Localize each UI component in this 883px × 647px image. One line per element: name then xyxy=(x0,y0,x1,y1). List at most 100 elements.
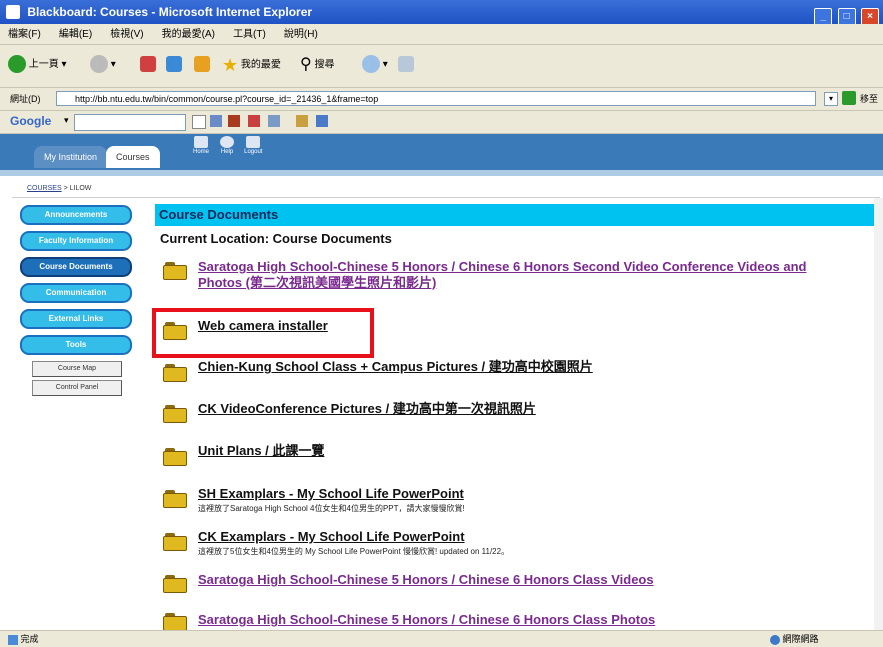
google-toolbar: Google ▾ xyxy=(0,111,883,134)
item-description: 這裡放了5位女生和4位男生的 My School Life PowerPoint… xyxy=(198,547,510,556)
sidebar-tools[interactable]: Tools xyxy=(20,335,132,355)
breadcrumb-separator: > xyxy=(61,185,70,192)
folder-icon xyxy=(163,448,187,466)
stop-icon xyxy=(140,56,156,73)
google-options-icon[interactable] xyxy=(296,115,308,127)
google-search-icon[interactable] xyxy=(192,115,206,129)
refresh-icon xyxy=(166,56,182,73)
item-link[interactable]: Saratoga High School-Chinese 5 Honors / … xyxy=(198,259,806,291)
sidebar-communication[interactable]: Communication xyxy=(20,283,132,303)
tab-courses[interactable]: Courses xyxy=(106,146,160,168)
window-titlebar: Blackboard: Courses - Microsoft Internet… xyxy=(0,0,883,26)
folder-icon xyxy=(163,613,187,631)
favorites-button[interactable]: ★ 我的最愛 xyxy=(222,54,281,76)
logout-nav[interactable]: Logout xyxy=(244,136,262,156)
divider xyxy=(12,197,880,198)
status-zone: 網際網路 xyxy=(770,631,819,647)
forward-button[interactable]: ▾ xyxy=(90,54,116,76)
tab-my-institution[interactable]: My Institution xyxy=(34,146,108,168)
stop-button[interactable] xyxy=(140,54,156,76)
mail-button[interactable] xyxy=(398,54,414,76)
browser-toolbar: 上一頁 ▾ ▾ ★ 我的最愛 ⚲ 搜尋 ▾ xyxy=(0,45,883,88)
media-button[interactable]: ▾ xyxy=(362,54,388,76)
content-header: Course Documents xyxy=(155,204,875,226)
folder-icon xyxy=(163,262,187,280)
mail-icon xyxy=(398,56,414,73)
item-link[interactable]: CK VideoConference Pictures / 建功高中第一次視訊照… xyxy=(198,401,536,417)
blackboard-header: My Institution Courses Home Help Logout xyxy=(0,134,883,170)
menu-tools[interactable]: 工具(T) xyxy=(233,29,266,40)
folder-icon xyxy=(163,490,187,508)
item-description: 這裡放了Saratoga High School 4位女生和4位男生的PPT，請… xyxy=(198,504,465,513)
menu-file[interactable]: 檔案(F) xyxy=(8,29,41,40)
home-icon xyxy=(194,56,210,73)
item-link[interactable]: CK Examplars - My School Life PowerPoint xyxy=(198,529,465,545)
sidebar-faculty-information[interactable]: Faculty Information xyxy=(20,231,132,251)
item-link[interactable]: Chien-Kung School Class + Campus Picture… xyxy=(198,359,593,375)
google-highlight-icon[interactable] xyxy=(316,115,328,127)
back-arrow-icon xyxy=(8,55,26,74)
folder-icon xyxy=(163,533,187,551)
search-label: 搜尋 xyxy=(314,59,335,71)
course-map-button[interactable]: Course Map xyxy=(32,361,122,377)
menu-help[interactable]: 說明(H) xyxy=(284,29,318,40)
sidebar-external-links[interactable]: External Links xyxy=(20,309,132,329)
current-location: Current Location: Course Documents xyxy=(160,231,392,246)
help-icon xyxy=(220,136,235,148)
address-label: 網址(D) xyxy=(10,94,41,104)
go-label[interactable]: 移至 xyxy=(860,92,878,105)
search-button[interactable]: ⚲ 搜尋 xyxy=(300,54,335,76)
address-input[interactable]: http://bb.ntu.edu.tw/bin/common/course.p… xyxy=(56,91,816,106)
item-link[interactable]: Saratoga High School-Chinese 5 Honors / … xyxy=(198,572,654,588)
google-popup-icon[interactable] xyxy=(248,115,260,127)
help-nav[interactable]: Help xyxy=(218,136,236,156)
sidebar-course-documents[interactable]: Course Documents xyxy=(20,257,132,277)
go-arrow-icon[interactable] xyxy=(842,91,856,105)
sidebar-announcements[interactable]: Announcements xyxy=(20,205,132,225)
google-autofill-icon[interactable] xyxy=(268,115,280,127)
forward-arrow-icon xyxy=(90,55,108,74)
home-nav[interactable]: Home xyxy=(192,136,210,156)
status-bar: 完成 網際網路 xyxy=(0,630,883,647)
back-button[interactable]: 上一頁 ▾ xyxy=(8,54,67,76)
breadcrumb-courses[interactable]: COURSES xyxy=(27,185,62,192)
home-icon xyxy=(194,136,208,148)
top-nav: Home Help Logout xyxy=(192,136,267,156)
ie-page-icon xyxy=(8,634,18,645)
address-bar: 網址(D) http://bb.ntu.edu.tw/bin/common/co… xyxy=(0,88,883,111)
back-label: 上一頁 xyxy=(28,59,59,70)
search-icon: ⚲ xyxy=(300,56,312,73)
google-search-input[interactable] xyxy=(74,114,186,131)
breadcrumb-current: LILOW xyxy=(69,185,92,192)
address-dropdown[interactable]: ▾ xyxy=(824,92,838,106)
favorites-label: 我的最愛 xyxy=(240,59,281,71)
google-news-icon[interactable] xyxy=(210,115,222,127)
menu-edit[interactable]: 編輯(E) xyxy=(59,29,92,40)
home-button[interactable] xyxy=(194,54,210,76)
menu-bar: 檔案(F) 編輯(E) 檢視(V) 我的最愛(A) 工具(T) 說明(H) xyxy=(0,24,883,45)
control-panel-button[interactable]: Control Panel xyxy=(32,380,122,396)
header-stripe xyxy=(0,170,883,176)
folder-icon xyxy=(163,364,187,382)
ie-icon xyxy=(6,5,20,19)
google-dropdown[interactable]: ▾ xyxy=(64,115,69,126)
menu-favorites[interactable]: 我的最愛(A) xyxy=(162,29,215,40)
address-url: http://bb.ntu.edu.tw/bin/common/course.p… xyxy=(75,94,379,104)
item-link[interactable]: SH Examplars - My School Life PowerPoint xyxy=(198,486,464,502)
folder-icon xyxy=(163,405,187,423)
status-left: 完成 xyxy=(8,631,39,647)
folder-icon xyxy=(163,575,187,593)
scrollbar[interactable] xyxy=(874,198,883,630)
menu-view[interactable]: 檢視(V) xyxy=(110,29,143,40)
logout-icon xyxy=(246,136,261,148)
media-icon xyxy=(362,55,380,74)
refresh-button[interactable] xyxy=(166,54,182,76)
window-title: Blackboard: Courses - Microsoft Internet… xyxy=(27,5,313,19)
star-icon: ★ xyxy=(222,55,239,75)
item-link[interactable]: Saratoga High School-Chinese 5 Honors / … xyxy=(198,612,655,628)
google-pagerank-icon[interactable] xyxy=(228,115,240,127)
item-link[interactable]: Unit Plans / 此課一覽 xyxy=(198,443,324,459)
google-logo[interactable]: Google xyxy=(10,114,51,128)
globe-icon xyxy=(770,634,780,645)
highlight-annotation xyxy=(152,308,374,358)
